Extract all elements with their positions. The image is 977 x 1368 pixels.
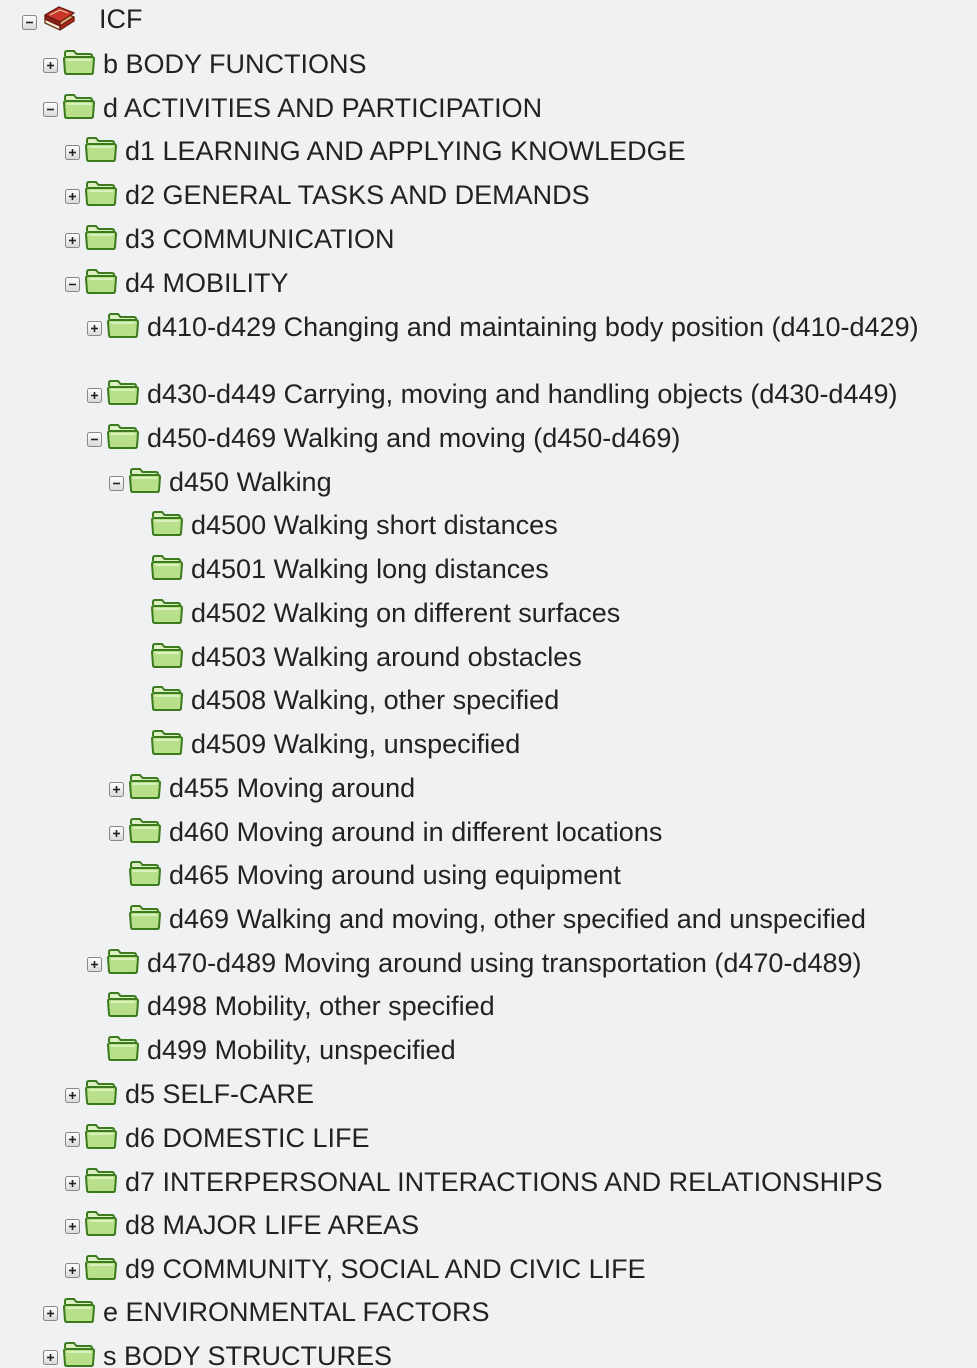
tree-node-label[interactable]: d4508 Walking, other specified (191, 683, 559, 717)
tree-node-label[interactable]: d498 Mobility, other specified (147, 989, 495, 1023)
folder-icon (128, 858, 162, 888)
expand-toggle-icon[interactable] (87, 321, 102, 336)
tree-node-label[interactable]: d4501 Walking long distances (191, 552, 549, 586)
tree-node-label[interactable]: d4 MOBILITY (125, 266, 289, 300)
expand-toggle-icon[interactable] (43, 1350, 58, 1365)
folder-icon (84, 1165, 118, 1195)
folder-icon (150, 683, 184, 713)
expand-toggle-icon[interactable] (87, 388, 102, 403)
tree-node-label[interactable]: d6 DOMESTIC LIFE (125, 1121, 370, 1155)
tree-node-label[interactable]: d455 Moving around (169, 771, 415, 805)
folder-icon (150, 727, 184, 757)
tree-node-label[interactable]: d8 MAJOR LIFE AREAS (125, 1208, 419, 1242)
tree-node-label[interactable]: s BODY STRUCTURES (103, 1339, 392, 1368)
book-icon (41, 2, 75, 32)
folder-icon (84, 1121, 118, 1151)
tree-node-label[interactable]: d ACTIVITIES AND PARTICIPATION (103, 91, 542, 125)
tree-node-label[interactable]: d430-d449 Carrying, moving and handling … (147, 377, 898, 411)
folder-icon (106, 377, 140, 407)
folder-icon (62, 91, 96, 121)
tree-node-label[interactable]: d4503 Walking around obstacles (191, 640, 582, 674)
expand-toggle-icon[interactable] (109, 826, 124, 841)
expand-toggle-icon[interactable] (65, 1176, 80, 1191)
expand-toggle-icon[interactable] (65, 1088, 80, 1103)
tree-node-label[interactable]: ICF (99, 2, 143, 36)
folder-icon (128, 465, 162, 495)
collapse-toggle-icon[interactable] (22, 15, 37, 30)
tree-node-label[interactable]: d4509 Walking, unspecified (191, 727, 520, 761)
folder-icon (84, 1208, 118, 1238)
folder-icon (106, 946, 140, 976)
expand-toggle-icon[interactable] (65, 233, 80, 248)
expand-toggle-icon[interactable] (65, 1263, 80, 1278)
folder-icon (128, 815, 162, 845)
folder-icon (84, 134, 118, 164)
folder-icon (84, 178, 118, 208)
tree-node-label[interactable]: d5 SELF-CARE (125, 1077, 314, 1111)
folder-icon (106, 1033, 140, 1063)
folder-icon (128, 902, 162, 932)
folder-icon (106, 421, 140, 451)
folder-icon (62, 47, 96, 77)
expand-toggle-icon[interactable] (43, 1306, 58, 1321)
tree-node-label[interactable]: d469 Walking and moving, other specified… (169, 902, 866, 936)
collapse-toggle-icon[interactable] (87, 432, 102, 447)
tree-node-label[interactable]: e ENVIRONMENTAL FACTORS (103, 1295, 490, 1329)
collapse-toggle-icon[interactable] (65, 277, 80, 292)
collapse-toggle-icon[interactable] (109, 476, 124, 491)
folder-icon (62, 1295, 96, 1325)
expand-toggle-icon[interactable] (109, 782, 124, 797)
tree-node-label[interactable]: d7 INTERPERSONAL INTERACTIONS AND RELATI… (125, 1165, 883, 1199)
tree-node-label[interactable]: d2 GENERAL TASKS AND DEMANDS (125, 178, 590, 212)
folder-icon (150, 508, 184, 538)
folder-icon (150, 640, 184, 670)
collapse-toggle-icon[interactable] (43, 102, 58, 117)
tree-node-label[interactable]: d450 Walking (169, 465, 332, 499)
tree-node-label[interactable]: d499 Mobility, unspecified (147, 1033, 456, 1067)
tree-node-label[interactable]: d450-d469 Walking and moving (d450-d469) (147, 421, 680, 455)
expand-toggle-icon[interactable] (87, 957, 102, 972)
tree-node-label[interactable]: d470-d489 Moving around using transporta… (147, 946, 862, 980)
tree-node-label[interactable]: d9 COMMUNITY, SOCIAL AND CIVIC LIFE (125, 1252, 646, 1286)
tree-node-label[interactable]: d4502 Walking on different surfaces (191, 596, 620, 630)
folder-icon (84, 222, 118, 252)
folder-icon (150, 596, 184, 626)
icf-tree: ICF b BODY FUNCTIONS d ACTIVITIES AND PART… (0, 0, 977, 1368)
folder-icon (84, 266, 118, 296)
expand-toggle-icon[interactable] (43, 58, 58, 73)
tree-node-label[interactable]: b BODY FUNCTIONS (103, 47, 367, 81)
folder-icon (84, 1252, 118, 1282)
folder-icon (150, 552, 184, 582)
tree-node-label[interactable]: d4500 Walking short distances (191, 508, 558, 542)
tree-node-label[interactable]: d1 LEARNING AND APPLYING KNOWLEDGE (125, 134, 686, 168)
folder-icon (62, 1339, 96, 1368)
tree-node-label[interactable]: d3 COMMUNICATION (125, 222, 395, 256)
tree-node-label[interactable]: d460 Moving around in different location… (169, 815, 662, 849)
folder-icon (128, 771, 162, 801)
tree-node-label[interactable]: d410-d429 Changing and maintaining body … (147, 310, 969, 344)
expand-toggle-icon[interactable] (65, 1219, 80, 1234)
expand-toggle-icon[interactable] (65, 189, 80, 204)
expand-toggle-icon[interactable] (65, 1132, 80, 1147)
folder-icon (84, 1077, 118, 1107)
expand-toggle-icon[interactable] (65, 145, 80, 160)
folder-icon (106, 310, 140, 340)
folder-icon (106, 989, 140, 1019)
tree-node-label[interactable]: d465 Moving around using equipment (169, 858, 621, 892)
